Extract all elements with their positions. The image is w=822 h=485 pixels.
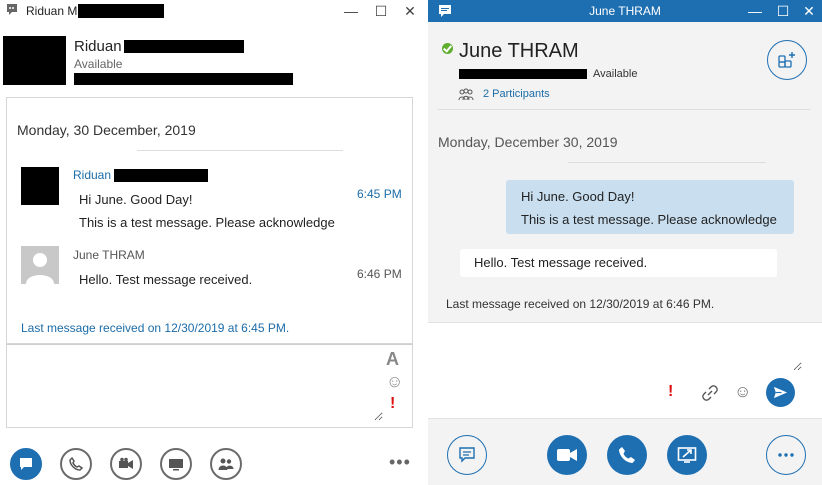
default-avatar-icon	[21, 246, 59, 284]
conversation-toolbar: •••	[0, 432, 424, 485]
message-input[interactable]	[13, 351, 383, 421]
more-options-icon	[778, 453, 794, 457]
compose-area: ! ☺	[428, 322, 822, 418]
participants-button[interactable]	[210, 448, 242, 480]
message-time: 6:46 PM	[357, 267, 402, 281]
importance-button[interactable]: !	[390, 395, 395, 413]
presence-available-icon	[442, 43, 453, 54]
present-icon	[677, 447, 697, 463]
conversation-date: Monday, 30 December, 2019	[17, 122, 196, 138]
contact-name: Riduan	[74, 38, 122, 55]
compose-area: A ☺ !	[6, 344, 413, 428]
message-text: Hi June. Good Day!	[79, 192, 193, 207]
message-sender[interactable]: June THRAM	[73, 248, 145, 262]
send-icon	[773, 386, 788, 399]
redacted-text	[114, 169, 208, 182]
im-button[interactable]	[447, 435, 487, 475]
message-sender[interactable]: Riduan	[73, 168, 111, 182]
sent-message-bubble[interactable]: Hi June. Good Day! This is a test messag…	[506, 180, 794, 234]
contact-avatar[interactable]	[3, 36, 66, 85]
received-message-bubble[interactable]: Hello. Test message received.	[460, 249, 777, 277]
conversation-date: Monday, December 30, 2019	[438, 134, 618, 150]
im-icon	[20, 458, 32, 470]
attach-link-icon[interactable]	[702, 385, 718, 401]
message-text: Hello. Test message received.	[79, 272, 253, 287]
contact-status: Available	[74, 57, 123, 71]
call-button[interactable]	[60, 448, 92, 480]
message-text: Hi June. Good Day!	[521, 189, 635, 204]
minimize-button[interactable]: —	[746, 2, 764, 20]
add-people-icon	[778, 52, 795, 68]
im-window-icon	[7, 4, 17, 15]
video-icon	[119, 457, 133, 469]
present-button[interactable]	[160, 448, 192, 480]
im-button[interactable]	[10, 448, 42, 480]
contact-name[interactable]: June THRAM	[459, 40, 579, 63]
left-conversation-window: Riduan M — ☐ ✕ Riduan Available Monday, …	[0, 0, 424, 485]
minimize-button[interactable]: —	[342, 2, 360, 20]
sender-avatar	[21, 167, 59, 205]
im-icon	[459, 447, 475, 463]
emoticon-button[interactable]: ☺	[386, 372, 403, 392]
close-button[interactable]: ✕	[401, 2, 419, 20]
message-input[interactable]	[442, 331, 802, 371]
redacted-text	[74, 73, 293, 85]
more-options-button[interactable]	[766, 435, 806, 475]
phone-icon	[69, 456, 84, 471]
message-text: This is a test message. Please acknowled…	[521, 212, 777, 227]
add-participant-button[interactable]	[767, 40, 807, 80]
video-button[interactable]	[110, 448, 142, 480]
title-bar: Riduan M — ☐ ✕	[0, 0, 424, 22]
video-button[interactable]	[547, 435, 587, 475]
right-conversation-window: June THRAM — ☐ ✕ June THRAM Available 2 …	[428, 0, 822, 485]
people-icon	[218, 458, 234, 470]
divider	[438, 109, 810, 110]
conversation-history[interactable]: Monday, 30 December, 2019 Riduan Hi June…	[6, 97, 413, 344]
message-time: 6:45 PM	[357, 187, 402, 201]
window-title: Riduan M	[26, 4, 78, 18]
font-button[interactable]: A	[386, 349, 399, 370]
title-bar: June THRAM — ☐ ✕	[428, 0, 822, 22]
maximize-button[interactable]: ☐	[372, 2, 390, 20]
message-text: This is a test message. Please acknowled…	[79, 215, 335, 230]
contact-status: Available	[593, 68, 638, 80]
divider	[568, 162, 766, 163]
phone-icon	[619, 447, 635, 463]
close-button[interactable]: ✕	[800, 2, 818, 20]
emoticon-button[interactable]: ☺	[734, 382, 751, 402]
present-button[interactable]	[667, 435, 707, 475]
redacted-text	[78, 4, 164, 18]
present-icon	[169, 459, 183, 471]
conversation-toolbar	[428, 418, 822, 485]
last-message-received: Last message received on 12/30/2019 at 6…	[446, 297, 715, 311]
redacted-text	[124, 40, 244, 53]
participants-icon	[458, 88, 474, 101]
importance-button[interactable]: !	[668, 383, 673, 401]
last-message-received: Last message received on 12/30/2019 at 6…	[21, 321, 290, 335]
maximize-button[interactable]: ☐	[774, 2, 792, 20]
video-icon	[557, 449, 577, 461]
more-options-button[interactable]: •••	[389, 452, 411, 473]
call-button[interactable]	[607, 435, 647, 475]
redacted-text	[459, 69, 587, 79]
message-text: Hello. Test message received.	[474, 255, 648, 270]
divider	[137, 150, 343, 151]
send-button[interactable]	[766, 378, 795, 407]
participants-link[interactable]: 2 Participants	[483, 88, 550, 100]
conversation-panel: June THRAM Available 2 Participants Mond…	[428, 22, 822, 322]
